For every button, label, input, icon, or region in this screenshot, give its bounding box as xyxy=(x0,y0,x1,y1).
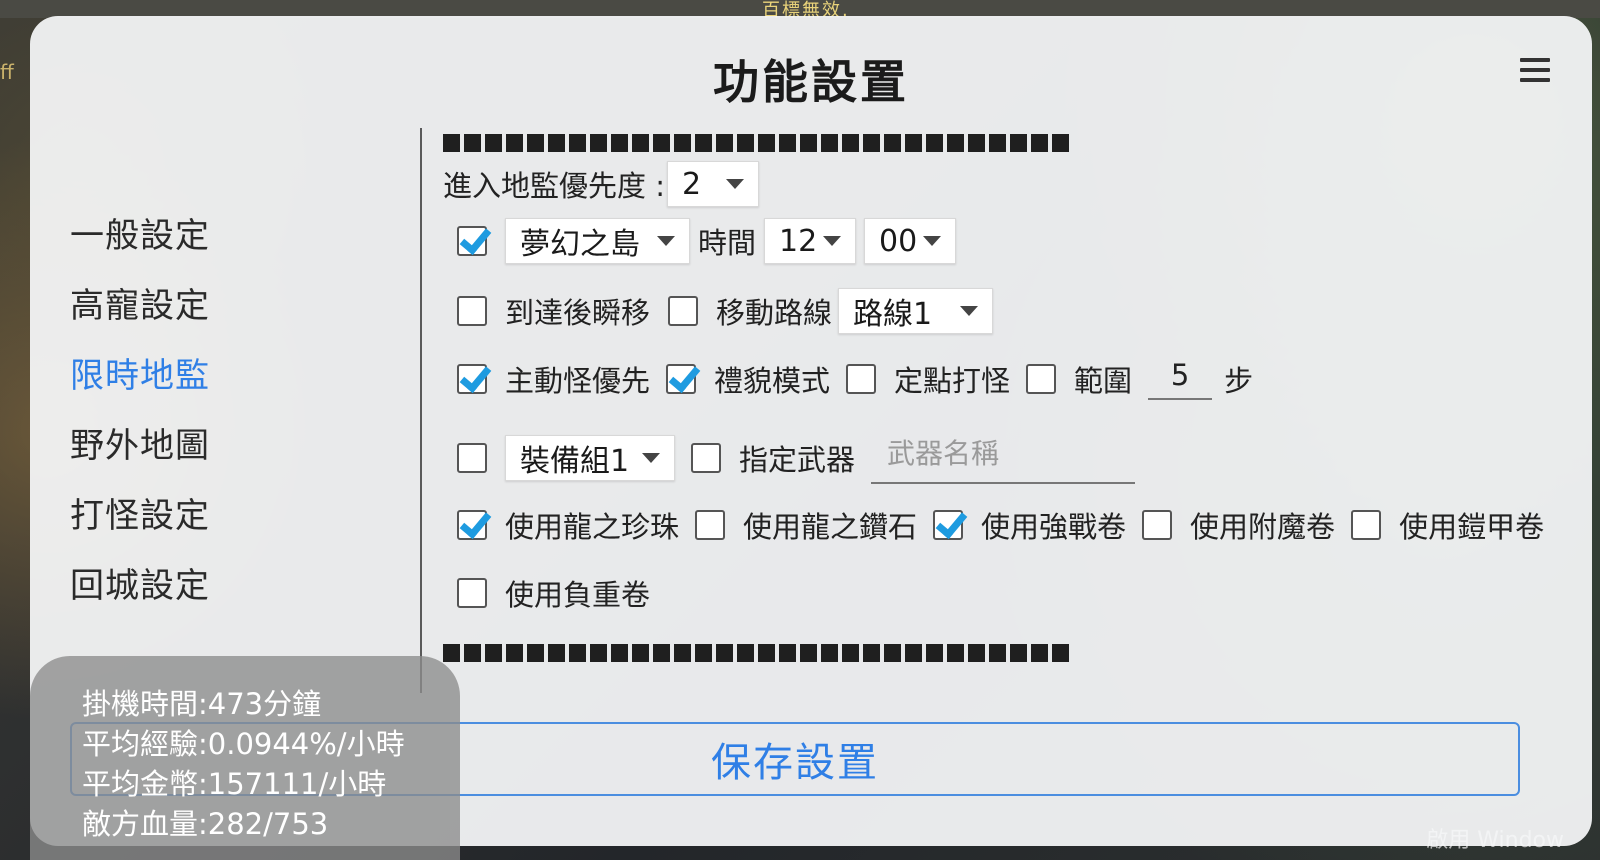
sidebar-item-combat[interactable]: 打怪設定 xyxy=(70,488,210,558)
chevron-down-icon xyxy=(923,236,942,246)
hour-select[interactable]: 12 xyxy=(764,218,857,264)
chevron-down-icon xyxy=(960,306,979,316)
enemy-hp-text: 敵方血量:282/753 xyxy=(82,807,329,841)
weight-scroll-row: 使用負重卷 xyxy=(457,572,650,614)
armor-scroll-label: 使用鎧甲卷 xyxy=(1399,510,1545,544)
sidebar-divider xyxy=(420,128,422,693)
sidebar-item-timed-dungeon[interactable]: 限時地監 xyxy=(70,348,210,418)
chevron-down-icon xyxy=(823,236,842,246)
route-label: 移動路線 xyxy=(716,296,833,330)
equip-set-select[interactable]: 裝備組1 xyxy=(505,435,675,481)
weight-scroll-checkbox[interactable] xyxy=(457,578,487,608)
range-unit: 步 xyxy=(1224,364,1254,398)
polite-checkbox[interactable] xyxy=(666,364,697,394)
route-value: 路線1 xyxy=(853,297,933,332)
time-label: 時間 xyxy=(698,226,757,260)
dungeon-row: 夢幻之島 時間 12 00 xyxy=(457,218,957,264)
dungeon-map-value: 夢幻之島 xyxy=(520,227,640,262)
chevron-down-icon xyxy=(726,179,744,189)
stats-overlay: 掛機時間:473分鐘 平均經驗:0.0944%/小時 平均金幣:157111/小… xyxy=(30,656,460,860)
chevron-down-icon xyxy=(657,236,675,246)
fixed-point-label: 定點打怪 xyxy=(894,364,1011,398)
bottom-divider-bar xyxy=(443,644,1069,666)
sidebar-item-pet[interactable]: 高寵設定 xyxy=(70,278,210,348)
avg-gold-text: 平均金幣:157111/小時 xyxy=(82,767,387,801)
polite-label: 禮貌模式 xyxy=(714,364,831,398)
enchant-scroll-label: 使用附魔卷 xyxy=(1190,510,1336,544)
enchant-scroll-checkbox[interactable] xyxy=(1142,510,1173,540)
priority-row: 進入地監優先度 : 2 xyxy=(443,161,759,207)
range-input[interactable]: 5 xyxy=(1148,358,1213,400)
sidebar-item-general[interactable]: 一般設定 xyxy=(70,208,210,278)
minute-value: 00 xyxy=(879,223,918,259)
dragon-pearl-label: 使用龍之珍珠 xyxy=(505,510,680,544)
priority-select[interactable]: 2 xyxy=(667,161,759,207)
settings-sidebar: 一般設定 高寵設定 限時地監 野外地圖 打怪設定 回城設定 xyxy=(70,208,210,628)
route-checkbox[interactable] xyxy=(668,296,699,326)
dragon-diamond-checkbox[interactable] xyxy=(695,510,726,540)
weapon-checkbox[interactable] xyxy=(691,443,721,473)
sidebar-item-field-map[interactable]: 野外地圖 xyxy=(70,418,210,488)
teleport-checkbox[interactable] xyxy=(457,296,487,326)
top-divider-bar xyxy=(443,134,1069,156)
sidebar-item-return-town[interactable]: 回城設定 xyxy=(70,558,210,628)
aggressive-label: 主動怪優先 xyxy=(505,364,651,398)
combat-options-row: 主動怪優先 禮貌模式 定點打怪 範圍 5 步 xyxy=(457,358,1253,400)
range-label: 範圍 xyxy=(1074,364,1133,398)
dungeon-checkbox[interactable] xyxy=(457,226,487,256)
fixed-point-checkbox[interactable] xyxy=(846,364,877,394)
dragon-pearl-checkbox[interactable] xyxy=(457,510,487,540)
teleport-label: 到達後瞬移 xyxy=(505,296,651,330)
weapon-label: 指定武器 xyxy=(739,443,856,477)
priority-value: 2 xyxy=(682,166,702,202)
armor-scroll-checkbox[interactable] xyxy=(1351,510,1382,540)
minute-select[interactable]: 00 xyxy=(864,218,957,264)
scroll-options-row: 使用龍之珍珠 使用龍之鑽石 使用強戰卷 使用附魔卷 使用鎧甲卷 xyxy=(457,504,1544,546)
chevron-down-icon xyxy=(642,453,660,463)
weight-scroll-label: 使用負重卷 xyxy=(505,578,651,612)
idle-time-text: 掛機時間:473分鐘 xyxy=(82,687,322,721)
battle-scroll-checkbox[interactable] xyxy=(933,510,964,540)
range-checkbox[interactable] xyxy=(1026,364,1057,394)
priority-label: 進入地監優先度 : xyxy=(443,169,665,203)
game-side-text: ff xyxy=(0,60,14,84)
hamburger-menu-icon[interactable] xyxy=(1520,58,1550,84)
weapon-name-input[interactable]: 武器名稱 xyxy=(871,432,1136,484)
dungeon-map-select[interactable]: 夢幻之島 xyxy=(505,218,690,264)
equip-set-value: 裝備組1 xyxy=(520,444,630,479)
hour-value: 12 xyxy=(779,223,818,259)
avg-exp-text: 平均經驗:0.0944%/小時 xyxy=(82,727,405,761)
route-select[interactable]: 路線1 xyxy=(838,288,994,334)
aggressive-checkbox[interactable] xyxy=(457,364,487,394)
equipment-row: 裝備組1 指定武器 武器名稱 xyxy=(457,432,1136,484)
route-row: 到達後瞬移 移動路線 路線1 xyxy=(457,288,994,334)
dialog-title: 功能設置 xyxy=(713,55,909,109)
battle-scroll-label: 使用強戰卷 xyxy=(981,510,1127,544)
dragon-diamond-label: 使用龍之鑽石 xyxy=(743,510,918,544)
equip-set-checkbox[interactable] xyxy=(457,443,487,473)
